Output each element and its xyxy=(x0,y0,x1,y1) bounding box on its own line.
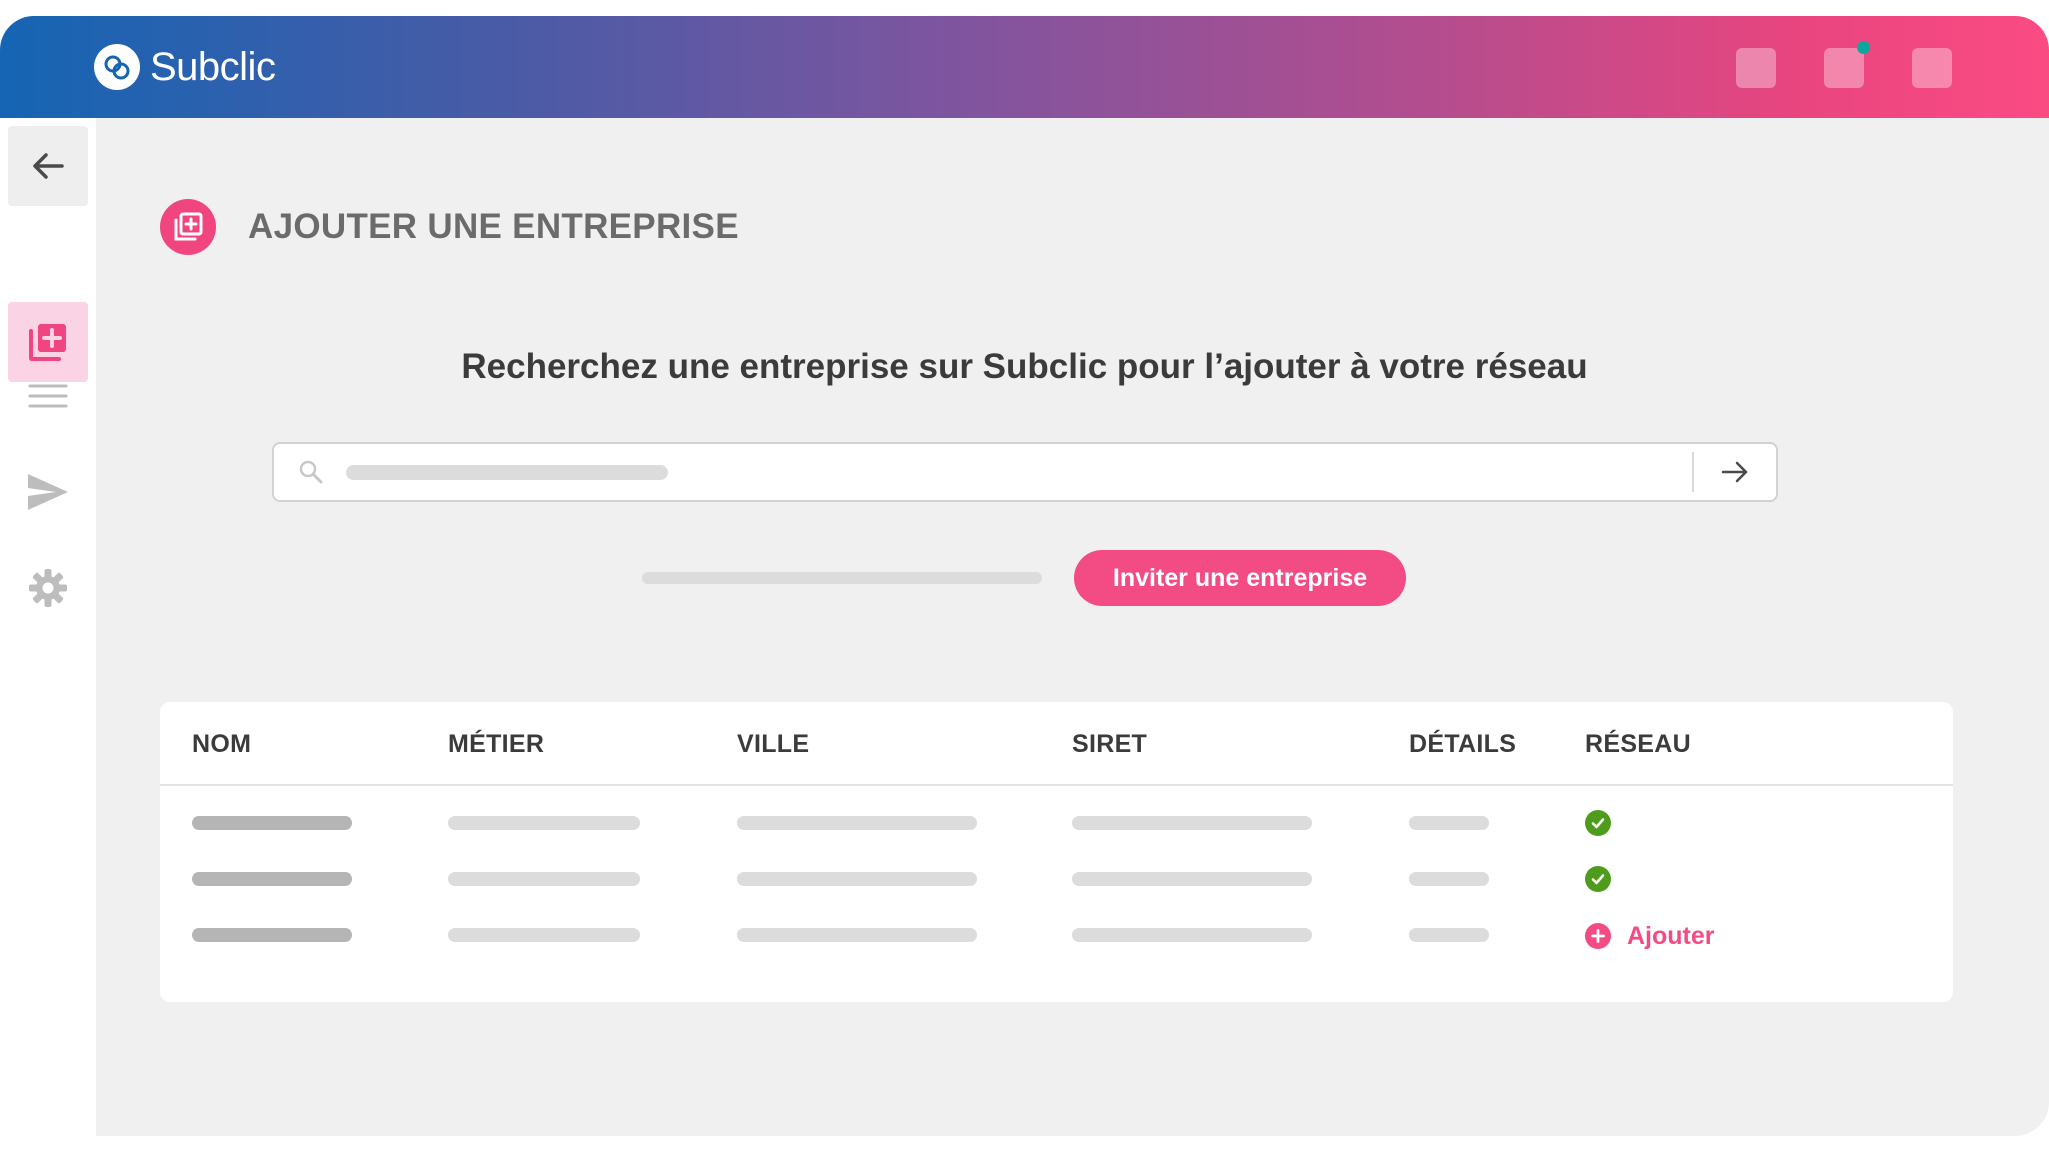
column-header-siret: SIRET xyxy=(1072,730,1148,758)
cell-ville xyxy=(737,816,977,830)
check-icon xyxy=(1585,866,1611,892)
list-icon xyxy=(28,384,68,408)
header-divider xyxy=(160,784,1953,786)
topbar-button-1[interactable] xyxy=(1736,48,1776,88)
search-submit-button[interactable] xyxy=(1710,452,1760,492)
column-header-details: DÉTAILS xyxy=(1409,730,1517,758)
back-button[interactable] xyxy=(8,126,88,206)
app-window: Subclic AJOUTER UNE ENTREPRISE Recherche… xyxy=(0,16,2049,1136)
notification-button[interactable] xyxy=(1824,41,1870,88)
cell-ville xyxy=(737,928,977,942)
cell-details xyxy=(1409,872,1489,886)
cell-metier xyxy=(448,816,640,830)
cell-details xyxy=(1409,816,1489,830)
column-header-nom: NOM xyxy=(192,730,252,758)
sidebar xyxy=(0,118,96,1136)
cell-nom xyxy=(192,816,352,830)
cell-nom xyxy=(192,872,352,886)
cell-siret xyxy=(1072,928,1312,942)
subclic-logo-icon xyxy=(94,44,140,90)
sidebar-item-send[interactable] xyxy=(8,452,88,532)
cell-siret xyxy=(1072,816,1312,830)
search-divider xyxy=(1692,452,1694,492)
sidebar-item-settings[interactable] xyxy=(8,548,88,628)
plus-circle-icon xyxy=(1585,923,1611,949)
cell-nom xyxy=(192,928,352,942)
cell-metier xyxy=(448,928,640,942)
cell-details xyxy=(1409,928,1489,942)
column-header-reseau: RÉSEAU xyxy=(1585,730,1691,758)
search-bar[interactable] xyxy=(272,442,1778,502)
invite-hint-text xyxy=(642,572,1042,584)
main-content: AJOUTER UNE ENTREPRISE Recherchez une en… xyxy=(96,118,2049,1136)
arrow-right-icon xyxy=(1721,461,1748,483)
column-header-metier: MÉTIER xyxy=(448,730,545,758)
notification-badge xyxy=(1857,41,1870,54)
app-name: Subclic xyxy=(150,44,276,89)
add-company-title-icon xyxy=(160,199,216,255)
search-input[interactable] xyxy=(346,465,668,480)
logo[interactable]: Subclic xyxy=(94,42,276,92)
cell-metier xyxy=(448,872,640,886)
add-label: Ajouter xyxy=(1627,921,1715,950)
page-subtitle: Recherchez une entreprise sur Subclic po… xyxy=(461,347,1588,386)
send-icon xyxy=(28,474,68,510)
topbar-button-3[interactable] xyxy=(1912,48,1952,88)
cell-siret xyxy=(1072,872,1312,886)
page-title: AJOUTER UNE ENTREPRISE xyxy=(248,207,739,246)
search-icon xyxy=(298,459,324,490)
gear-icon xyxy=(29,569,67,607)
results-table: NOM MÉTIER VILLE SIRET DÉTAILS RÉSEAU Aj… xyxy=(160,702,1953,1002)
invite-company-button[interactable]: Inviter une entreprise xyxy=(1074,550,1406,606)
top-bar: Subclic xyxy=(0,16,2049,118)
cell-ville xyxy=(737,872,977,886)
column-header-ville: VILLE xyxy=(737,730,810,758)
sidebar-item-list[interactable] xyxy=(8,356,88,436)
back-arrow-icon xyxy=(33,153,64,179)
add-to-network-button[interactable]: Ajouter xyxy=(1585,918,1715,954)
check-icon xyxy=(1585,810,1611,836)
